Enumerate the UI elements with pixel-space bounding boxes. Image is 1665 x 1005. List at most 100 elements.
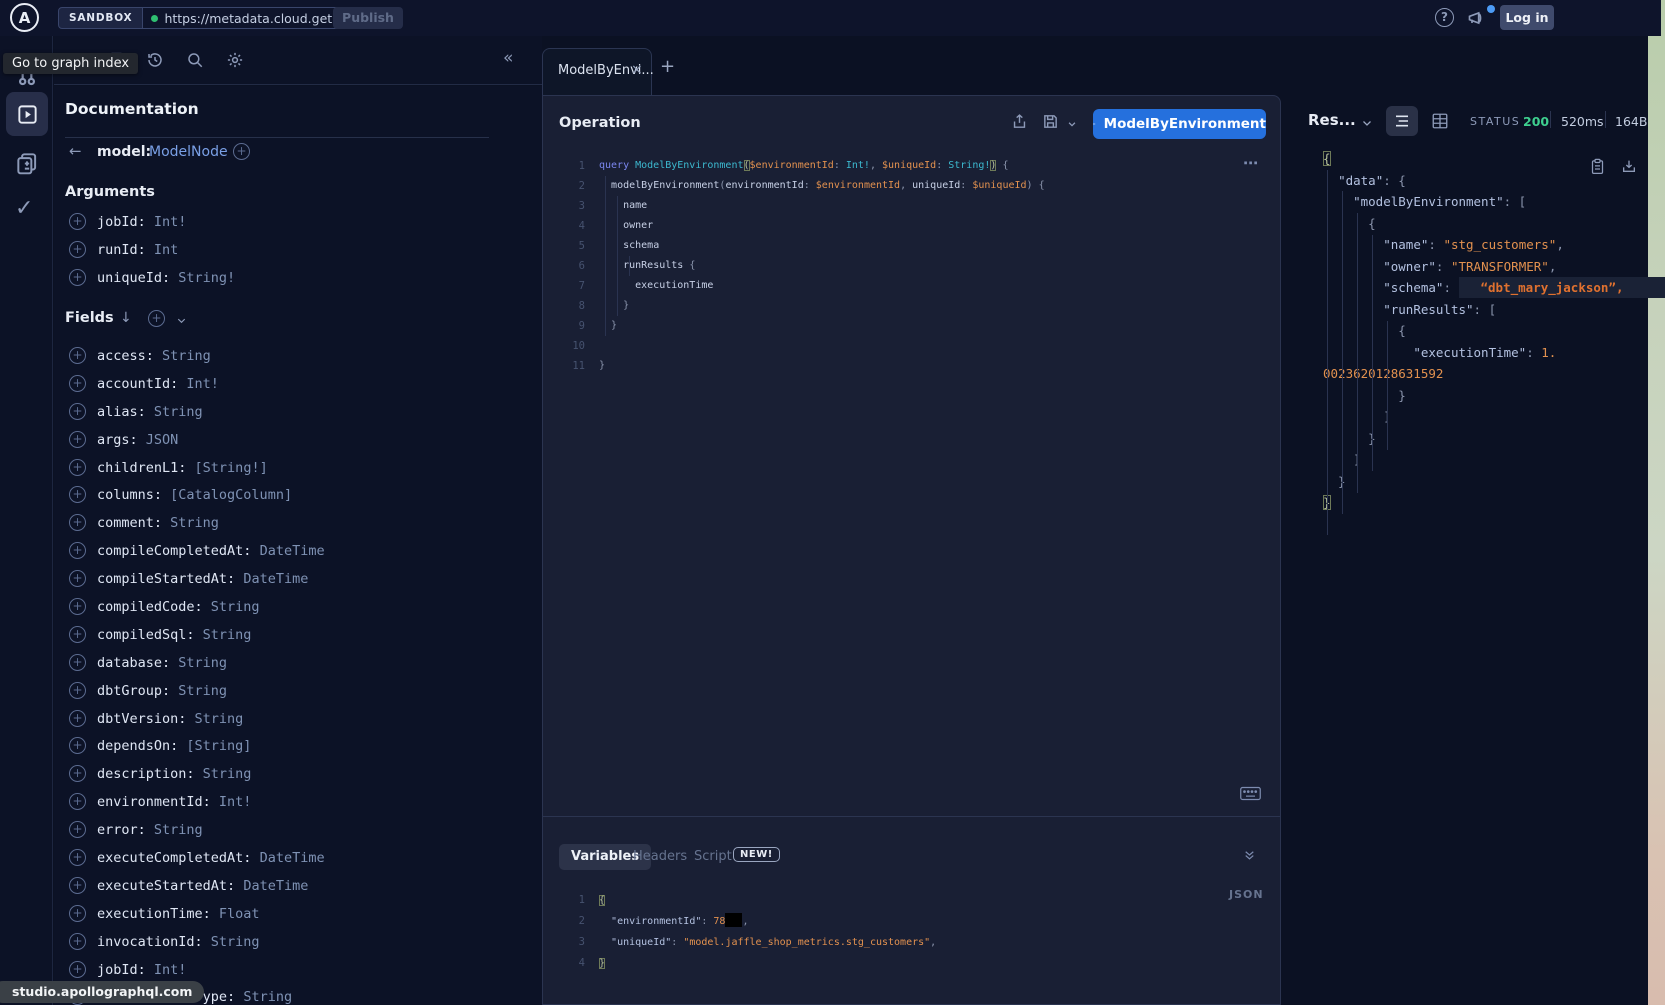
add-field-icon[interactable]: + <box>69 459 86 476</box>
field-type: String <box>162 348 211 364</box>
response-title[interactable]: Res... <box>1308 111 1356 129</box>
help-icon[interactable]: ? <box>1435 8 1454 27</box>
endpoint-url-input[interactable]: https://metadata.cloud.get <box>143 7 362 29</box>
breadcrumb-type-link[interactable]: ModelNode <box>149 144 228 160</box>
field-name: compiledCode: String <box>97 599 260 615</box>
add-field-icon[interactable]: + <box>69 765 86 782</box>
add-field-icon[interactable]: + <box>69 849 86 866</box>
line-number: 7 <box>549 276 585 296</box>
code-line: ] <box>1323 406 1665 428</box>
formatted-view-toggle[interactable] <box>1386 106 1418 136</box>
sandbox-badge: SANDBOX <box>58 7 143 29</box>
explorer-nav-item[interactable] <box>6 92 48 136</box>
documentation-title: Documentation <box>65 100 199 118</box>
add-field-icon[interactable]: + <box>69 654 86 671</box>
add-field-icon[interactable]: + <box>69 598 86 615</box>
add-field-icon[interactable]: + <box>69 570 86 587</box>
code-line: "data": { <box>1323 170 1665 192</box>
doc-field-row: +executionTime: Float <box>54 902 534 930</box>
tab-headers[interactable]: Headers <box>633 849 687 864</box>
add-field-icon[interactable]: + <box>69 213 86 230</box>
doc-field-row: +database: String <box>54 651 534 679</box>
field-name: runId: Int <box>97 242 178 258</box>
share-icon[interactable] <box>1011 113 1028 130</box>
table-view-toggle[interactable] <box>1431 112 1449 130</box>
announcements-megaphone-icon[interactable] <box>1467 8 1487 28</box>
collapse-variables-icon[interactable] <box>1243 848 1256 862</box>
response-dropdown-chevron-icon[interactable] <box>1361 117 1373 129</box>
add-field-icon[interactable]: + <box>69 682 86 699</box>
field-type: String <box>243 989 292 1005</box>
history-icon[interactable] <box>146 51 164 69</box>
field-type: Int! <box>219 794 252 810</box>
code-line: 0023620128631592 <box>1323 363 1665 385</box>
code-line: } <box>599 296 1045 316</box>
run-operation-button[interactable]: ModelByEnvironment <box>1093 109 1266 139</box>
field-name: error: String <box>97 822 203 838</box>
add-field-icon[interactable]: + <box>69 905 86 922</box>
doc-field-row: +dbtGroup: String <box>54 679 534 707</box>
doc-field-row: +environmentId: Int! <box>54 790 534 818</box>
endpoint-url-text: https://metadata.cloud.get <box>164 11 332 26</box>
graphql-query-editor[interactable]: query ModelByEnvironment($environmentId:… <box>599 156 1045 376</box>
add-all-fields-icon[interactable]: + <box>233 143 250 160</box>
sort-fields-icon[interactable]: ↓ <box>120 310 132 326</box>
line-number: 10 <box>549 336 585 356</box>
line-number: 1 <box>549 156 585 176</box>
search-icon[interactable] <box>186 51 204 69</box>
apollo-logo-icon[interactable]: A <box>10 3 39 32</box>
tab-script[interactable]: Script <box>694 849 732 864</box>
field-type: DateTime <box>260 850 325 866</box>
settings-gear-icon[interactable] <box>226 51 244 69</box>
divider <box>1605 111 1606 128</box>
variables-editor[interactable]: { "environmentId": 78, "uniqueId": "mode… <box>599 890 936 974</box>
add-field-icon[interactable]: + <box>69 486 86 503</box>
add-field-icon[interactable]: + <box>69 375 86 392</box>
operation-tab[interactable]: ModelByEnvi... × <box>542 48 652 95</box>
checks-nav-item[interactable]: ✓ <box>15 196 33 221</box>
add-field-icon[interactable]: + <box>69 514 86 531</box>
line-number: 1 <box>549 890 585 911</box>
fields-list: +access: String+accountId: Int!+alias: S… <box>54 344 534 1005</box>
publish-button[interactable]: Publish <box>333 7 403 29</box>
add-field-icon[interactable]: + <box>69 241 86 258</box>
add-field-icon[interactable]: + <box>69 626 86 643</box>
add-field-icon[interactable]: + <box>69 877 86 894</box>
login-button[interactable]: Log in <box>1500 5 1554 30</box>
field-type: DateTime <box>260 543 325 559</box>
add-field-icon[interactable]: + <box>69 542 86 559</box>
field-type: DateTime <box>243 571 308 587</box>
add-field-icon[interactable]: + <box>69 821 86 838</box>
line-number: 11 <box>549 356 585 376</box>
add-field-icon[interactable]: + <box>69 269 86 286</box>
add-field-icon[interactable]: + <box>69 933 86 950</box>
add-fields-icon[interactable]: + <box>148 310 165 327</box>
save-icon[interactable] <box>1042 113 1059 130</box>
add-field-icon[interactable]: + <box>69 347 86 364</box>
add-field-icon[interactable]: + <box>69 403 86 420</box>
field-type: String <box>154 822 203 838</box>
add-field-icon[interactable]: + <box>69 961 86 978</box>
field-type: Float <box>219 906 260 922</box>
save-options-chevron-icon[interactable] <box>1067 119 1077 129</box>
chevron-down-icon[interactable] <box>176 315 187 326</box>
add-field-icon[interactable]: + <box>69 737 86 754</box>
add-field-icon[interactable]: + <box>69 710 86 727</box>
doc-field-row: + error: String <box>54 818 534 846</box>
field-name: jobId: Int! <box>97 962 186 978</box>
field-type: [String] <box>186 738 251 754</box>
close-tab-icon[interactable]: × <box>631 62 643 78</box>
add-field-icon[interactable]: + <box>69 431 86 448</box>
schema-diff-nav-item[interactable] <box>14 150 40 176</box>
field-name: args: JSON <box>97 432 178 448</box>
editor-menu-icon[interactable]: ⋯ <box>1243 154 1260 172</box>
new-tab-button[interactable]: + <box>660 56 675 77</box>
field-type: String <box>211 934 260 950</box>
add-field-icon[interactable]: + <box>69 793 86 810</box>
collapse-sidebar-icon[interactable]: « <box>503 48 513 68</box>
doc-field-row: +alias: String <box>54 400 534 428</box>
keyboard-shortcuts-icon[interactable] <box>1240 786 1261 801</box>
code-line: { <box>1323 148 1665 170</box>
response-json-viewer[interactable]: { "data": { "modelByEnvironment": [ { "n… <box>1323 148 1665 514</box>
back-arrow-icon[interactable]: ← <box>69 142 82 160</box>
